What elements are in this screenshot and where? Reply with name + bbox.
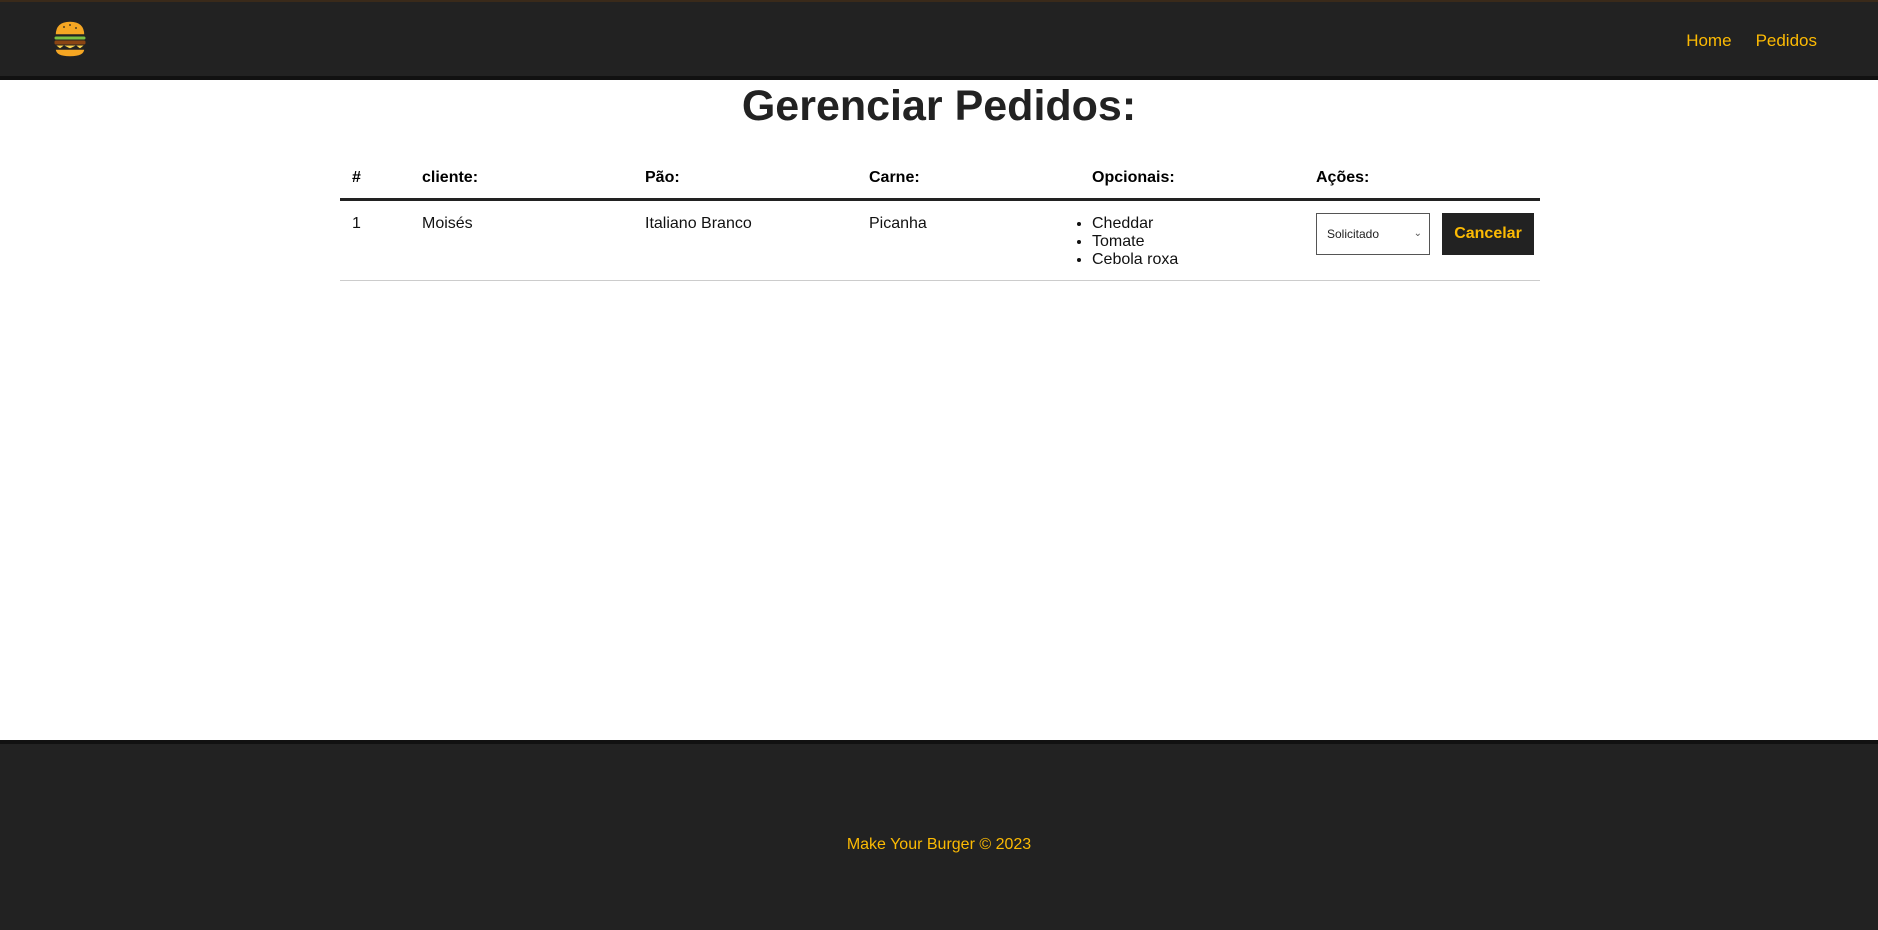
- opcionais-list: Cheddar Tomate Cebola roxa: [1092, 215, 1304, 269]
- status-select-value: Solicitado: [1327, 227, 1380, 241]
- order-pao: Italiano Branco: [645, 215, 752, 232]
- order-id: 1: [352, 215, 361, 232]
- opcional-item: Cebola roxa: [1092, 251, 1304, 269]
- chevron-down-icon: ⌄: [1413, 228, 1422, 239]
- header-pao: Pão:: [645, 169, 680, 186]
- header-acoes: Ações:: [1316, 169, 1370, 186]
- order-opcionais: Cheddar Tomate Cebola roxa: [1080, 201, 1304, 280]
- status-select[interactable]: Solicitado ⌄: [1316, 213, 1430, 255]
- main-nav: Home Pedidos: [1686, 31, 1817, 51]
- nav-pedidos-link[interactable]: Pedidos: [1756, 31, 1817, 51]
- order-cliente: Moisés: [422, 215, 473, 232]
- opcional-item: Cheddar: [1092, 215, 1304, 233]
- page-title: Gerenciar Pedidos:: [741, 82, 1137, 130]
- footer: Make Your Burger © 2023: [0, 740, 1878, 930]
- header-carne: Carne:: [869, 169, 920, 186]
- header-cliente: cliente:: [422, 169, 479, 186]
- header-opcionais: Opcionais:: [1092, 169, 1175, 186]
- burger-icon[interactable]: [52, 19, 88, 59]
- header-id: #: [352, 169, 361, 186]
- table-row: 1 Moisés Italiano Branco Picanha Cheddar…: [340, 201, 1540, 281]
- table-header-row: # cliente: Pão: Carne: Opcionais: Ações:: [340, 158, 1540, 201]
- order-carne: Picanha: [869, 215, 927, 232]
- orders-table: # cliente: Pão: Carne: Opcionais: Ações:…: [340, 158, 1540, 281]
- order-actions: Solicitado ⌄ Cancelar: [1304, 201, 1540, 280]
- cancel-order-button[interactable]: Cancelar: [1442, 213, 1534, 255]
- footer-copyright: Make Your Burger © 2023: [846, 836, 1032, 853]
- nav-home-link[interactable]: Home: [1686, 31, 1731, 51]
- opcional-item: Tomate: [1092, 233, 1304, 251]
- top-navbar: Home Pedidos: [0, 0, 1878, 80]
